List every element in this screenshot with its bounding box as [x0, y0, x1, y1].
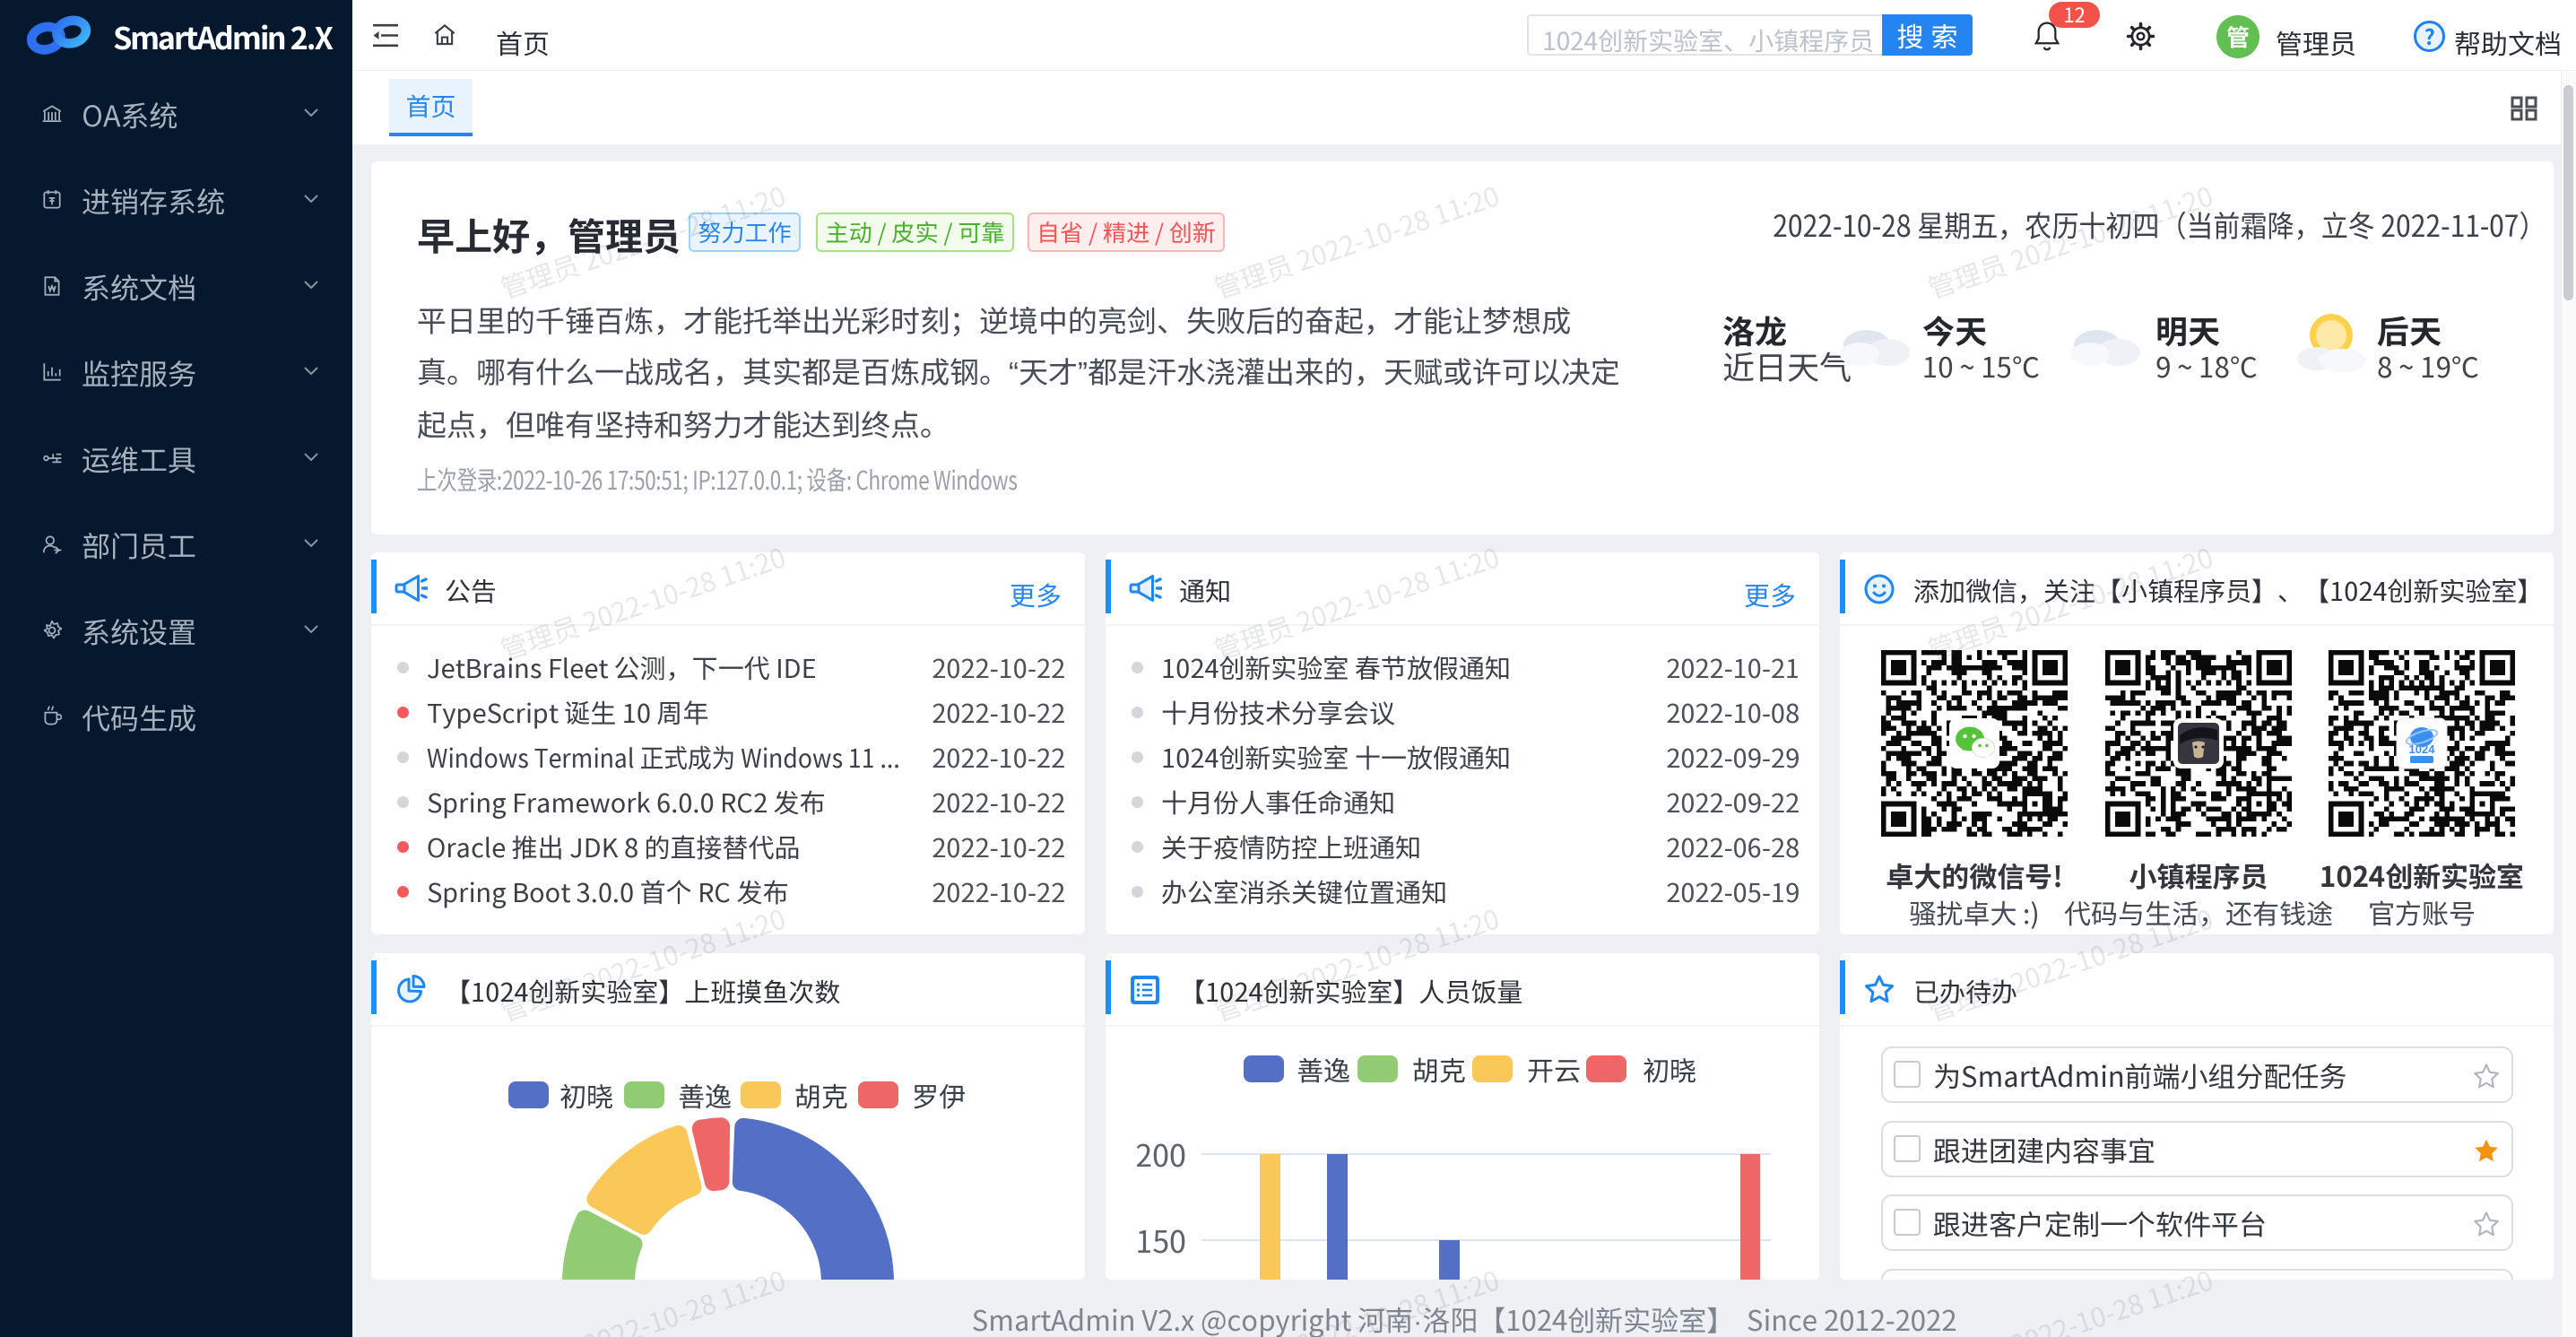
svg-text:1024: 1024	[2409, 742, 2436, 756]
